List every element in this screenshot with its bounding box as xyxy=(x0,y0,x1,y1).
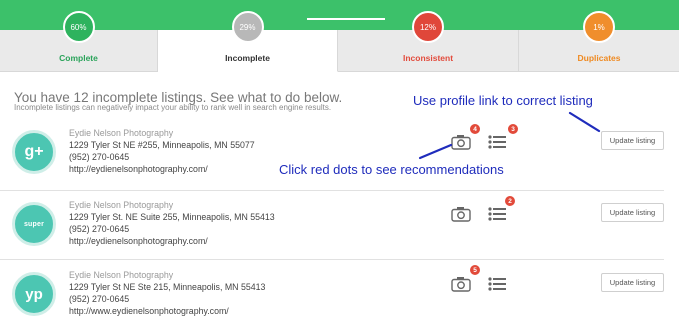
listing-phone: (952) 270-0645 xyxy=(69,152,130,162)
tab-duplicates-label: Duplicates xyxy=(577,53,621,63)
update-listing-button[interactable]: Update listing xyxy=(601,203,664,222)
tab-inconsistent-label: Inconsistent xyxy=(402,53,454,63)
listing-url: http://www.eydienelsonphotography.com/ xyxy=(69,306,229,316)
avatar-text: g+ xyxy=(24,143,44,160)
tab-inconsistent[interactable]: 12% Inconsistent xyxy=(338,11,519,72)
listing-name: Eydie Nelson Photography xyxy=(69,200,174,210)
listing-divider xyxy=(0,259,664,260)
avatar-text: yp xyxy=(25,285,43,303)
annotation-profile-link: Use profile link to correct listing xyxy=(413,93,593,108)
listing-url: http://eydienelsonphotography.com/ xyxy=(69,164,208,174)
google-plus-icon: g+ xyxy=(12,130,56,174)
camera-icon[interactable] xyxy=(451,206,471,222)
top-bar xyxy=(0,0,679,30)
listing-address: 1229 Tyler St NE Ste 215, Minneapolis, M… xyxy=(69,282,266,292)
list-icon[interactable] xyxy=(488,206,506,222)
tab-complete-label: Complete xyxy=(59,53,98,63)
listing-row: super Eydie Nelson Photography 1229 Tyle… xyxy=(0,196,679,262)
listing-row: g+ Eydie Nelson Photography 1229 Tyler S… xyxy=(0,124,679,190)
list-recommendation-dot[interactable]: 3 xyxy=(508,124,518,134)
tab-incomplete-label: Incomplete xyxy=(225,53,270,63)
listing-address: 1229 Tyler St NE #255, Minneapolis, MN 5… xyxy=(69,140,255,150)
listing-divider xyxy=(0,190,664,191)
top-bar-indicator xyxy=(307,18,385,20)
listing-row: yp Eydie Nelson Photography 1229 Tyler S… xyxy=(0,265,679,327)
page-subline: Incomplete listings can negatively impac… xyxy=(14,103,332,112)
listing-name: Eydie Nelson Photography xyxy=(69,270,174,280)
listing-address: 1229 Tyler St. NE Suite 255, Minneapolis… xyxy=(69,212,275,222)
photo-recommendation-dot[interactable]: 4 xyxy=(470,124,480,134)
list-icon[interactable] xyxy=(488,276,506,292)
update-listing-button[interactable]: Update listing xyxy=(601,131,664,150)
list-recommendation-dot[interactable]: 2 xyxy=(505,196,515,206)
annotation-red-dots: Click red dots to see recommendations xyxy=(279,162,504,177)
incomplete-percent-badge: 29% xyxy=(231,11,264,43)
tab-duplicates[interactable]: 1% Duplicates xyxy=(519,11,679,72)
complete-percent-badge: 60% xyxy=(62,11,95,43)
list-icon[interactable] xyxy=(488,134,506,150)
update-listing-button[interactable]: Update listing xyxy=(601,273,664,292)
inconsistent-percent-badge: 12% xyxy=(412,11,444,43)
status-tabs: 60% Complete 29% Incomplete 12% Inconsis… xyxy=(0,11,679,72)
listing-url: http://eydienelsonphotography.com/ xyxy=(69,236,208,246)
duplicates-percent-badge: 1% xyxy=(583,11,615,43)
camera-icon[interactable] xyxy=(451,276,471,292)
listing-phone: (952) 270-0645 xyxy=(69,294,130,304)
photo-recommendation-dot[interactable]: 5 xyxy=(470,265,480,275)
avatar-text: super xyxy=(23,220,45,228)
tab-incomplete[interactable]: 29% Incomplete xyxy=(158,11,338,72)
yellowpages-icon: yp xyxy=(12,272,56,316)
listing-name: Eydie Nelson Photography xyxy=(69,128,174,138)
camera-icon[interactable] xyxy=(451,134,471,150)
superpages-icon: super xyxy=(12,202,56,246)
tab-complete[interactable]: 60% Complete xyxy=(0,11,158,72)
listing-phone: (952) 270-0645 xyxy=(69,224,130,234)
